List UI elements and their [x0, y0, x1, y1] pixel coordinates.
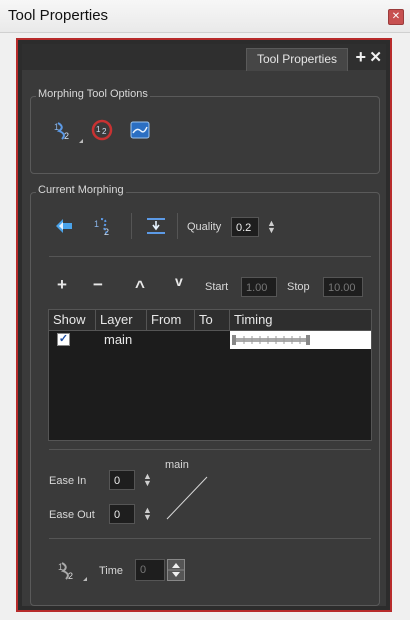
- morph-hint-icon[interactable]: 1 2: [57, 559, 79, 581]
- ease-in-label: Ease In: [49, 475, 87, 487]
- tool-properties-frame: Tool Properties + ✕ Morphing Tool Option…: [16, 38, 392, 612]
- tab-tool-properties[interactable]: Tool Properties: [245, 48, 348, 71]
- stop-label: Stop: [287, 281, 310, 293]
- column-layer[interactable]: Layer: [96, 310, 147, 330]
- stop-field[interactable]: 10.00: [323, 277, 363, 297]
- timing-cell[interactable]: [230, 331, 371, 349]
- time-stepper-arrows-icon[interactable]: [168, 560, 184, 580]
- svg-text:2: 2: [102, 127, 107, 136]
- ease-out-stepper[interactable]: ▲ ▼: [143, 506, 152, 522]
- quality-label: Quality: [187, 221, 222, 233]
- move-up-button[interactable]: ^: [135, 277, 145, 297]
- layer-cell: main: [104, 332, 133, 347]
- time-label: Time: [99, 565, 124, 577]
- window-close-button[interactable]: ✕: [388, 9, 404, 25]
- panel-body: Tool Properties + ✕ Morphing Tool Option…: [22, 44, 386, 606]
- add-view-button[interactable]: +: [355, 47, 366, 67]
- morphing-forward-icon[interactable]: [53, 215, 75, 237]
- ease-out-label: Ease Out: [49, 509, 95, 521]
- move-down-button[interactable]: v: [175, 273, 183, 289]
- timing-bar[interactable]: [230, 331, 371, 349]
- toolbar-separator: [177, 213, 178, 239]
- show-checkbox[interactable]: ✓: [57, 333, 70, 346]
- column-from[interactable]: From: [147, 310, 195, 330]
- morph-hint-flip-icon[interactable]: 1 2: [93, 215, 115, 237]
- column-to[interactable]: To: [195, 310, 230, 330]
- section-divider: [49, 449, 371, 450]
- start-label: Start: [205, 281, 229, 293]
- zone-hint-icon[interactable]: [129, 119, 151, 141]
- window-title: Tool Properties: [8, 7, 109, 24]
- ease-in-field[interactable]: 0: [109, 470, 135, 490]
- svg-text:1: 1: [96, 125, 101, 134]
- toolbar-separator: [131, 213, 132, 239]
- morph-hint-menu-indicator[interactable]: [79, 139, 83, 143]
- ease-curve-preview[interactable]: [163, 473, 213, 523]
- section-divider: [49, 256, 371, 257]
- morphing-table[interactable]: Show Layer From To Timing ✓ main: [48, 309, 372, 441]
- table-header: Show Layer From To Timing: [49, 310, 371, 331]
- tab-bar: Tool Properties + ✕: [22, 44, 386, 71]
- morphing-tool-options-group: Morphing Tool Options 1 2 1 2: [30, 88, 380, 174]
- quality-stepper[interactable]: ▲ ▼: [267, 219, 276, 235]
- contour-hint-icon[interactable]: 1 2: [91, 119, 113, 141]
- table-row[interactable]: ✓ main: [49, 331, 371, 349]
- add-morph-button[interactable]: +: [57, 275, 67, 295]
- ease-in-stepper[interactable]: ▲ ▼: [143, 472, 152, 488]
- window-titlebar: Tool Properties ✕: [0, 0, 410, 33]
- close-view-button[interactable]: ✕: [369, 48, 382, 68]
- quality-field[interactable]: 0.2: [231, 217, 259, 237]
- align-to-timeline-icon[interactable]: [145, 215, 167, 237]
- section-divider: [49, 538, 371, 539]
- column-show[interactable]: Show: [49, 310, 96, 330]
- morphing-tool-options-title: Morphing Tool Options: [36, 88, 150, 100]
- remove-morph-button[interactable]: −: [93, 275, 103, 295]
- column-timing[interactable]: Timing: [230, 310, 371, 330]
- time-field[interactable]: 0: [135, 559, 165, 581]
- current-morphing-title: Current Morphing: [36, 184, 126, 196]
- ease-curve-label: main: [165, 459, 189, 471]
- start-field[interactable]: 1.00: [241, 277, 277, 297]
- current-morphing-group: Current Morphing 1 2 Quality 0.2 ▲ ▼ + −…: [30, 184, 380, 606]
- ease-out-field[interactable]: 0: [109, 504, 135, 524]
- time-stepper[interactable]: [167, 559, 185, 581]
- morph-hint-icon[interactable]: 1 2: [53, 119, 75, 141]
- hint-menu-indicator[interactable]: [83, 577, 87, 581]
- svg-text:1: 1: [94, 219, 99, 229]
